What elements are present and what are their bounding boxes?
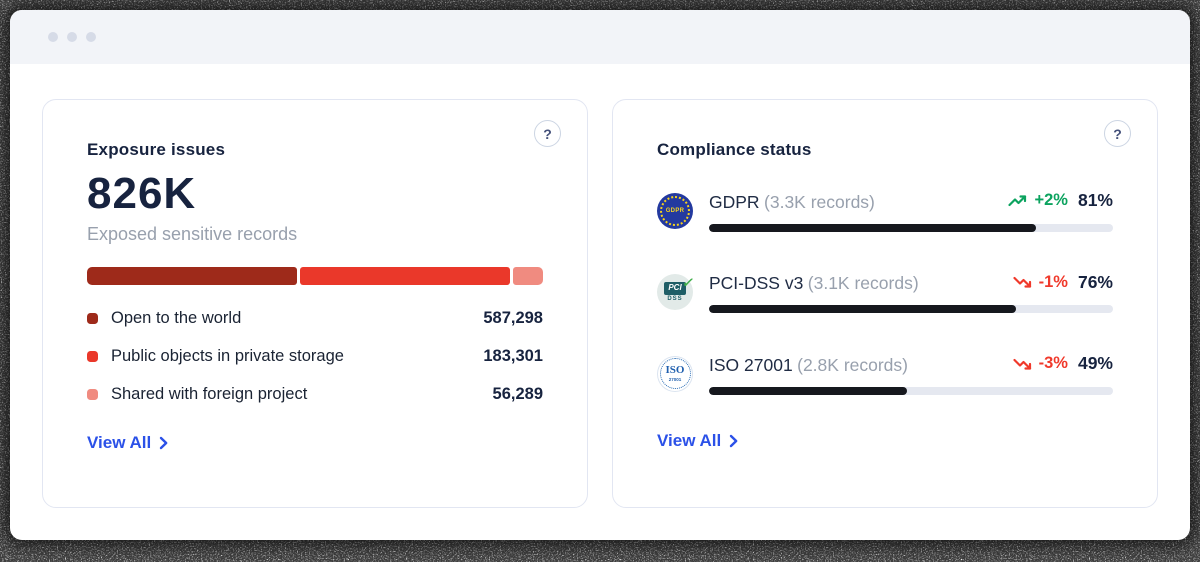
chevron-right-icon [159, 436, 168, 450]
bar-segment-public-objects [300, 267, 510, 285]
progress-track [709, 387, 1113, 395]
window-titlebar [10, 10, 1190, 64]
compliance-percent: 76% [1078, 272, 1113, 293]
exposure-issues-card: ? Exposure issues 826K Exposed sensitive… [42, 99, 588, 508]
progress-fill [709, 305, 1016, 313]
dashboard-content: ? Exposure issues 826K Exposed sensitive… [10, 64, 1190, 508]
check-icon: ✓ [682, 276, 693, 289]
window-control-dot [86, 32, 96, 42]
legend-label: Public objects in private storage [111, 347, 344, 366]
legend-value: 56,289 [493, 385, 543, 404]
view-all-label: View All [657, 431, 721, 451]
bar-segment-open-to-the-world [87, 267, 297, 285]
compliance-percent: 81% [1078, 190, 1113, 211]
legend-swatch-icon [87, 389, 98, 400]
view-all-label: View All [87, 433, 151, 453]
compliance-status-card: ? Compliance status GDPR GDPR (3.3K reco… [612, 99, 1158, 508]
app-window: ? Exposure issues 826K Exposed sensitive… [10, 10, 1190, 540]
trend-up-icon [1008, 194, 1028, 208]
legend-label: Open to the world [111, 309, 241, 328]
trend-indicator: +2% [1008, 191, 1067, 210]
window-control-dot [67, 32, 77, 42]
card-title: Exposure issues [87, 140, 543, 160]
trend-delta: +2% [1034, 191, 1067, 210]
exposed-records-caption: Exposed sensitive records [87, 224, 543, 245]
question-mark-icon: ? [543, 126, 552, 142]
progress-track [709, 305, 1113, 313]
legend-swatch-icon [87, 313, 98, 324]
iso-27001-badge-icon: ISO 27001 [657, 356, 693, 392]
pci-dss-badge-icon: PCI ✓ DSS [657, 274, 693, 310]
compliance-rows: GDPR GDPR (3.3K records) [657, 190, 1113, 395]
legend-value: 587,298 [483, 309, 543, 328]
bar-segment-shared-foreign [513, 267, 543, 285]
window-control-dot [48, 32, 58, 42]
view-all-link[interactable]: View All [657, 431, 738, 451]
compliance-row-pci-dss: PCI ✓ DSS PCI-DSS v3 (3.1K records) [657, 272, 1113, 314]
trend-indicator: -3% [1013, 354, 1068, 373]
framework-label: ISO 27001 (2.8K records) [709, 355, 908, 376]
framework-label: PCI-DSS v3 (3.1K records) [709, 273, 919, 294]
exposed-records-total: 826K [87, 172, 543, 216]
exposure-stacked-bar [87, 267, 543, 285]
trend-down-icon [1013, 275, 1033, 289]
progress-fill [709, 224, 1036, 232]
legend-row-shared-foreign: Shared with foreign project 56,289 [87, 375, 543, 413]
legend-row-open-to-the-world: Open to the world 587,298 [87, 299, 543, 337]
trend-indicator: -1% [1013, 273, 1068, 292]
card-title: Compliance status [657, 140, 1113, 160]
legend-value: 183,301 [483, 347, 543, 366]
chevron-right-icon [729, 434, 738, 448]
compliance-row-iso-27001: ISO 27001 ISO 27001 (2.8K records) [657, 353, 1113, 395]
compliance-percent: 49% [1078, 353, 1113, 374]
exposure-legend: Open to the world 587,298 Public objects… [87, 299, 543, 413]
compliance-row-gdpr: GDPR GDPR (3.3K records) [657, 190, 1113, 232]
help-button[interactable]: ? [1104, 120, 1131, 147]
trend-delta: -3% [1039, 354, 1068, 373]
gdpr-badge-icon: GDPR [657, 193, 693, 229]
legend-label: Shared with foreign project [111, 385, 307, 404]
trend-down-icon [1013, 357, 1033, 371]
trend-delta: -1% [1039, 273, 1068, 292]
framework-label: GDPR (3.3K records) [709, 192, 875, 213]
question-mark-icon: ? [1113, 126, 1122, 142]
view-all-link[interactable]: View All [87, 433, 168, 453]
legend-row-public-objects: Public objects in private storage 183,30… [87, 337, 543, 375]
legend-swatch-icon [87, 351, 98, 362]
help-button[interactable]: ? [534, 120, 561, 147]
progress-fill [709, 387, 907, 395]
progress-track [709, 224, 1113, 232]
